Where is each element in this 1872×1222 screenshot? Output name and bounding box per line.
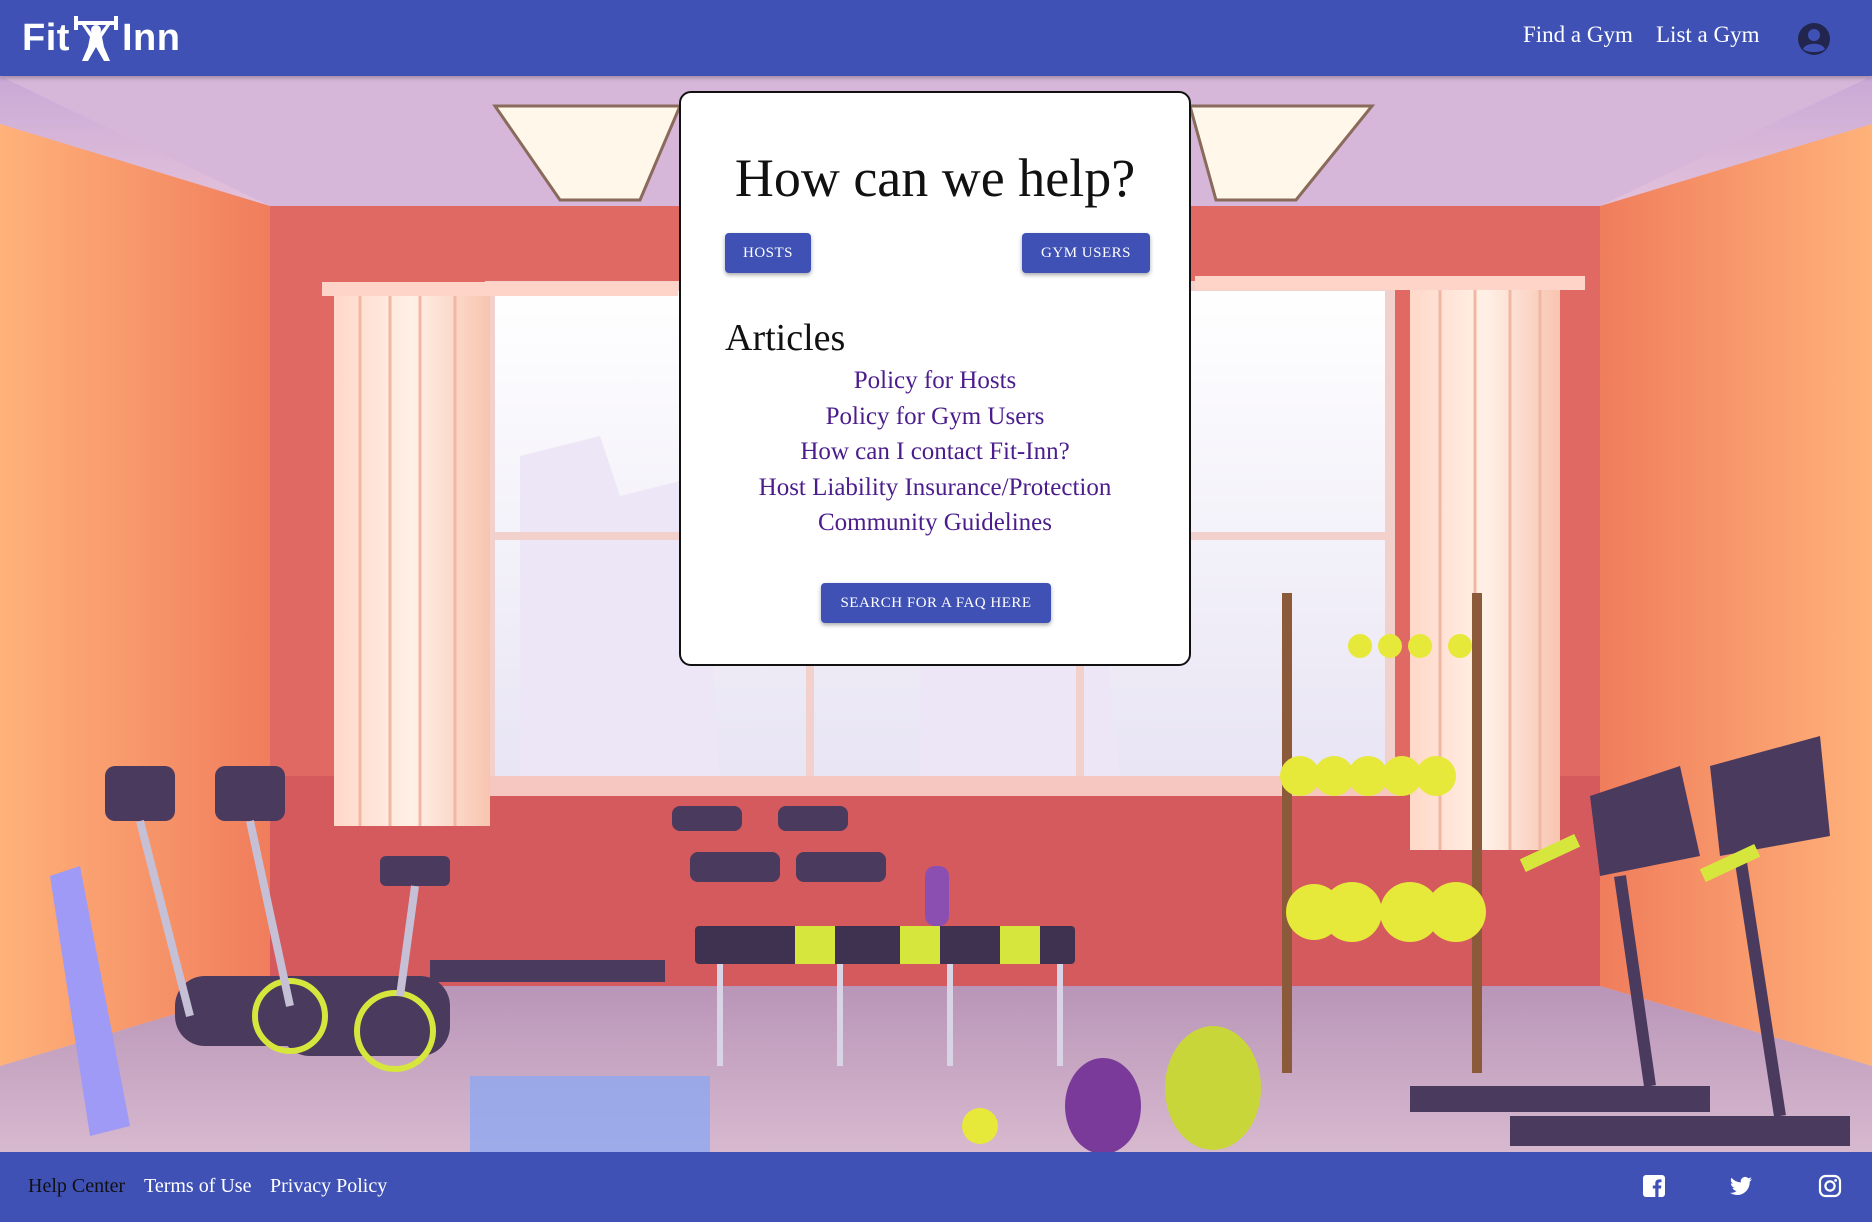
articles-heading: Articles xyxy=(725,317,846,359)
article-link[interactable]: Policy for Hosts xyxy=(681,363,1189,399)
nav-find-gym[interactable]: Find a Gym xyxy=(1523,22,1633,48)
footer-terms-link[interactable]: Terms of Use xyxy=(144,1175,251,1198)
gym-users-button[interactable]: GYM USERS xyxy=(1022,233,1150,273)
footer-help-center-link[interactable]: Help Center xyxy=(28,1175,125,1198)
article-link[interactable]: Host Liability Insurance/Protection xyxy=(681,470,1189,506)
facebook-icon[interactable] xyxy=(1642,1174,1666,1198)
hosts-button[interactable]: HOSTS xyxy=(725,233,811,273)
logo-text-fit: Fit xyxy=(22,16,70,59)
help-title: How can we help? xyxy=(734,148,1136,208)
footer-privacy-link[interactable]: Privacy Policy xyxy=(270,1175,387,1198)
article-link[interactable]: How can I contact Fit-Inn? xyxy=(681,434,1189,470)
nav-list-gym[interactable]: List a Gym xyxy=(1656,22,1760,48)
article-link[interactable]: Community Guidelines xyxy=(681,505,1189,541)
footer: Help Center Terms of Use Privacy Policy xyxy=(0,1152,1872,1222)
account-circle-icon[interactable] xyxy=(1797,22,1831,56)
logo-text-inn: Inn xyxy=(121,16,181,59)
article-link[interactable]: Policy for Gym Users xyxy=(681,399,1189,435)
help-card: How can we help? HOSTS GYM USERS Article… xyxy=(679,91,1191,666)
articles-list: Policy for Hosts Policy for Gym Users Ho… xyxy=(681,363,1189,541)
weightlifter-icon xyxy=(73,16,118,61)
search-faq-button[interactable]: SEARCH FOR A FAQ HERE xyxy=(821,583,1051,623)
instagram-icon[interactable] xyxy=(1818,1174,1842,1198)
twitter-icon[interactable] xyxy=(1729,1174,1753,1198)
fit-inn-logo[interactable]: Fit Inn xyxy=(22,12,180,64)
top-app-bar: Fit Inn Find a Gym List a Gym xyxy=(0,0,1872,76)
